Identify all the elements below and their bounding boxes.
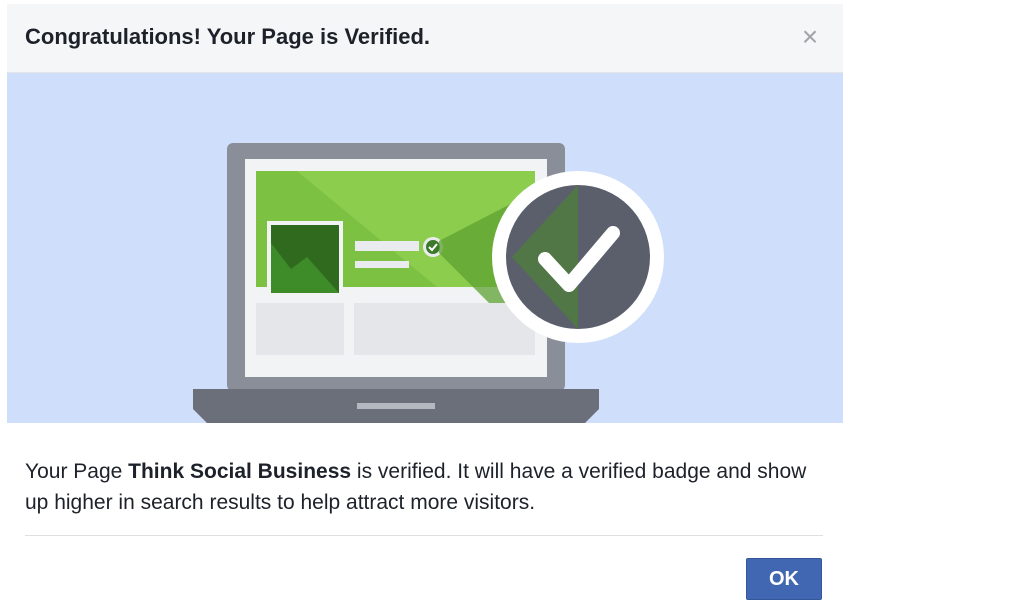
- right-content-block: [354, 303, 535, 355]
- message-prefix: Your Page: [25, 460, 129, 483]
- left-content-block: [256, 303, 344, 355]
- page-category-bar: [355, 261, 409, 268]
- ok-button[interactable]: OK: [746, 558, 822, 600]
- close-icon[interactable]: ×: [797, 23, 823, 51]
- laptop-illustration: [7, 73, 843, 423]
- dialog-header: Congratulations! Your Page is Verified. …: [7, 4, 843, 73]
- verified-page-illustration: [7, 73, 843, 423]
- page-name-bar: [355, 241, 419, 251]
- dialog-title: Congratulations! Your Page is Verified.: [25, 24, 431, 49]
- page-name: Think Social Business: [128, 460, 352, 483]
- footer-divider: [25, 535, 823, 536]
- small-verified-badge: [426, 240, 440, 254]
- laptop-touchpad-slot: [357, 403, 435, 409]
- verification-message: Your Page Think Social Business is verif…: [25, 456, 825, 518]
- verification-dialog: Congratulations! Your Page is Verified. …: [7, 4, 843, 616]
